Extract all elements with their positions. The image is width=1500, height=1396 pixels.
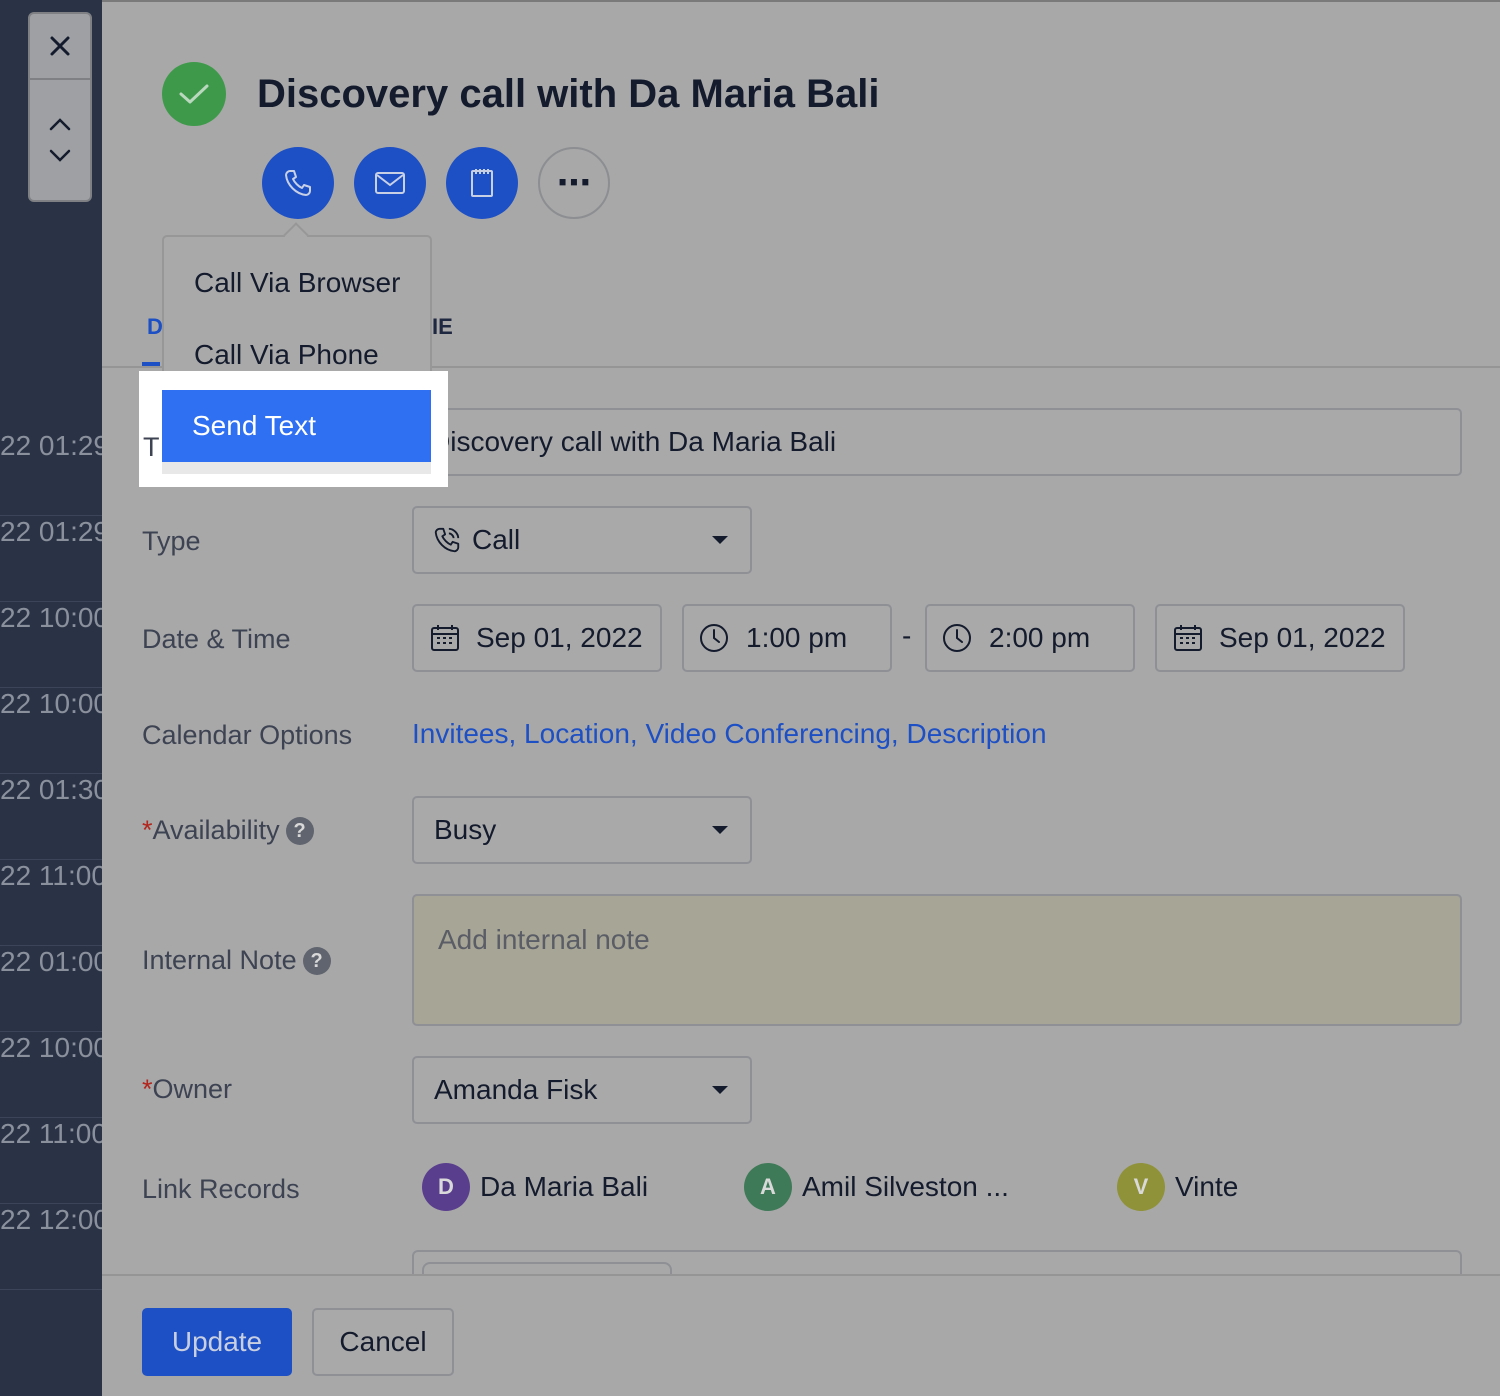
close-button[interactable] — [30, 14, 90, 80]
help-icon[interactable]: ? — [302, 947, 331, 975]
divider — [102, 0, 1500, 2]
calendar-options-label: Calendar Options — [142, 720, 353, 750]
calendar-options-link[interactable]: Invitees, Location, Video Conferencing, … — [412, 718, 1047, 750]
linked-record[interactable]: V Vinte — [1117, 1163, 1238, 1211]
caret-down-icon — [712, 1086, 728, 1094]
start-time-input[interactable]: 1:00 pm — [682, 604, 892, 672]
help-icon[interactable]: ? — [285, 817, 314, 845]
availability-label-text: Availability — [152, 815, 280, 845]
owner-label: *Owner — [142, 1074, 232, 1105]
required-mark: * — [142, 815, 153, 845]
list-item: 22 01:00 — [0, 946, 102, 1032]
more-icon: ⋯ — [557, 164, 591, 202]
type-label: Type — [142, 526, 201, 556]
tab-details[interactable]: D — [147, 314, 163, 340]
notepad-icon — [471, 169, 493, 197]
mail-icon — [375, 172, 405, 194]
internal-note-input[interactable]: Add internal note — [412, 894, 1462, 1026]
close-icon — [50, 36, 70, 56]
page-title: Discovery call with Da Maria Bali — [257, 72, 880, 116]
update-button[interactable]: Update — [142, 1308, 292, 1376]
required-mark: * — [142, 1074, 153, 1104]
chevron-down-icon[interactable] — [48, 148, 72, 164]
avatar: V — [1117, 1163, 1165, 1211]
record-name: Vinte — [1175, 1171, 1239, 1202]
start-date-value: Sep 01, 2022 — [476, 622, 643, 653]
internal-note-label-text: Internal Note — [142, 945, 297, 975]
start-time-value: 1:00 pm — [746, 622, 848, 653]
title-label: T — [143, 432, 160, 462]
record-name: Amil Silveston ... — [802, 1171, 1009, 1202]
availability-label: *Availability? — [142, 815, 314, 846]
list-item: 22 10:00 — [0, 688, 102, 774]
background-list: 22 01:29 22 01:29 22 10:00 22 10:00 22 0… — [0, 0, 102, 1396]
footer: Update Cancel — [102, 1274, 1500, 1396]
phone-outgoing-icon — [434, 527, 460, 553]
internal-note-label: Internal Note? — [142, 945, 331, 976]
end-time-input[interactable]: 2:00 pm — [925, 604, 1135, 672]
caret-down-icon — [712, 536, 728, 544]
end-date-value: Sep 01, 2022 — [1219, 622, 1386, 653]
list-item: 22 12:00 — [0, 1204, 102, 1290]
more-actions-button[interactable]: ⋯ — [538, 147, 610, 219]
clock-icon — [943, 624, 971, 652]
tab-timeline[interactable]: IE — [432, 314, 453, 340]
list-item: 22 01:29 — [0, 516, 102, 602]
menu-item-send-text[interactable]: Send Text — [162, 390, 431, 462]
owner-value: Amanda Fisk — [434, 1074, 598, 1105]
internal-note-placeholder: Add internal note — [438, 924, 650, 955]
chevron-up-icon[interactable] — [48, 116, 72, 132]
owner-select[interactable]: Amanda Fisk — [412, 1056, 752, 1124]
menu-item-call-phone[interactable]: Call Via Phone — [194, 339, 379, 371]
type-select[interactable]: Call — [412, 506, 752, 574]
clock-icon — [700, 624, 728, 652]
list-item: 22 10:00 — [0, 1032, 102, 1118]
title-input[interactable]: Discovery call with Da Maria Bali — [412, 408, 1462, 476]
cancel-button[interactable]: Cancel — [312, 1308, 454, 1376]
type-value: Call — [472, 524, 521, 555]
linked-record[interactable]: D Da Maria Bali — [422, 1163, 648, 1211]
list-item: 22 01:29 — [0, 430, 102, 516]
end-time-value: 2:00 pm — [989, 622, 1091, 653]
time-separator: - — [902, 620, 912, 651]
caret-down-icon — [712, 826, 728, 834]
end-date-input[interactable]: Sep 01, 2022 — [1155, 604, 1405, 672]
menu-item-call-browser[interactable]: Call Via Browser — [194, 267, 400, 299]
complete-toggle[interactable] — [162, 62, 226, 126]
menu-shadow — [162, 462, 431, 474]
availability-value: Busy — [434, 814, 497, 845]
title-value: Discovery call with Da Maria Bali — [430, 426, 837, 457]
calendar-icon — [1174, 625, 1202, 651]
link-records-label: Link Records — [142, 1174, 300, 1204]
call-button[interactable] — [262, 147, 334, 219]
list-item: 22 11:00 — [0, 1118, 102, 1204]
email-button[interactable] — [354, 147, 426, 219]
list-item: 22 01:30 — [0, 774, 102, 860]
availability-select[interactable]: Busy — [412, 796, 752, 864]
activity-panel: Discovery call with Da Maria Bali ⋯ D IE… — [102, 0, 1500, 1396]
owner-label-text: Owner — [152, 1074, 233, 1104]
avatar: A — [744, 1163, 792, 1211]
check-icon — [179, 84, 209, 104]
datetime-label: Date & Time — [142, 624, 291, 654]
note-button[interactable] — [446, 147, 518, 219]
record-name: Da Maria Bali — [480, 1171, 649, 1202]
list-item: 22 10:00 — [0, 602, 102, 688]
start-date-input[interactable]: Sep 01, 2022 — [412, 604, 662, 672]
list-item: 22 11:00 — [0, 860, 102, 946]
avatar: D — [422, 1163, 470, 1211]
phone-icon — [285, 170, 311, 196]
calendar-icon — [431, 625, 459, 651]
linked-record[interactable]: A Amil Silveston ... — [744, 1163, 1009, 1211]
record-navigation — [28, 12, 92, 202]
